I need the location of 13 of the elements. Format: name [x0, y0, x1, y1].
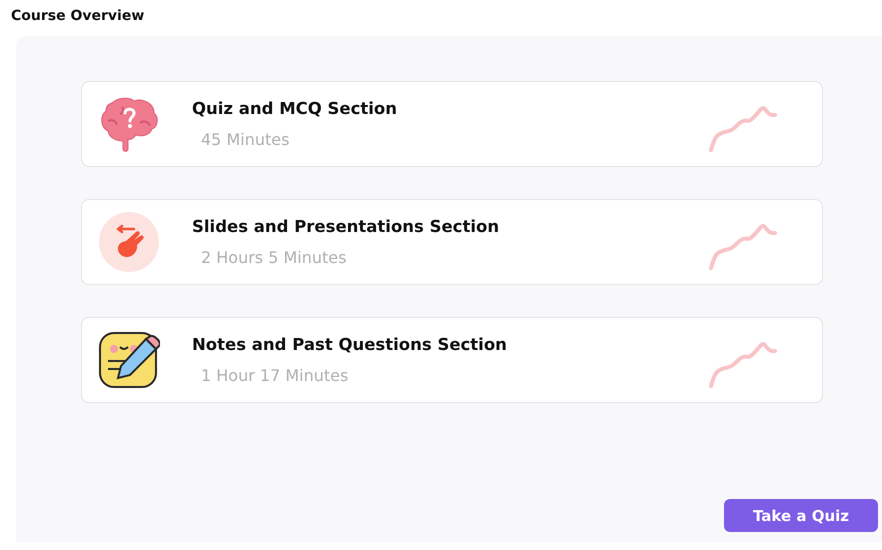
note-pencil-icon	[98, 329, 160, 391]
page-title: Course Overview	[10, 7, 144, 26]
section-duration: 2 Hours 5 Minutes	[201, 248, 346, 267]
section-title: Slides and Presentations Section	[192, 217, 500, 236]
take-quiz-button[interactable]: Take a Quiz	[724, 499, 878, 532]
section-title: Quiz and MCQ Section	[192, 99, 397, 118]
section-duration: 1 Hour 17 Minutes	[201, 366, 348, 385]
section-duration: 45 Minutes	[201, 130, 290, 149]
section-card[interactable]: Slides and Presentations Section 2 Hours 5 Minutes	[81, 199, 823, 285]
section-card[interactable]: Notes and Past Questions Section 1 Hour 17 Minutes	[81, 317, 823, 403]
swipe-hand-icon	[98, 211, 160, 273]
section-card[interactable]: Quiz and MCQ Section 45 Minutes	[81, 81, 823, 167]
section-title: Notes and Past Questions Section	[192, 335, 507, 354]
